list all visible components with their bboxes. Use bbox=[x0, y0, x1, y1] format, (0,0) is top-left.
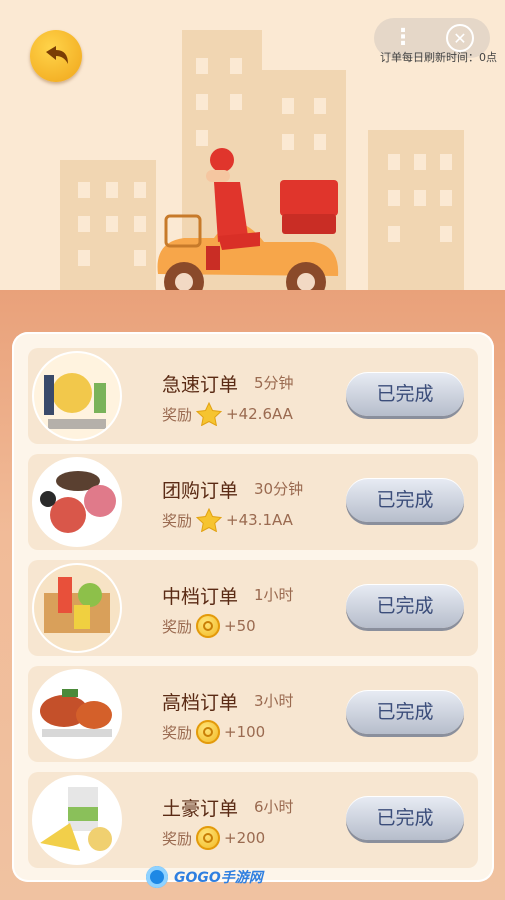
completed-button[interactable]: 已完成 bbox=[346, 584, 464, 628]
reward-label: 奖励 bbox=[162, 723, 193, 742]
order-thumbnail bbox=[34, 353, 120, 439]
coin-icon bbox=[196, 720, 221, 744]
order-reward: 奖励 +100 bbox=[162, 720, 265, 744]
order-reward: 奖励 +42.6AA bbox=[162, 402, 293, 426]
reward-label: 奖励 bbox=[162, 405, 193, 424]
order-duration: 3小时 bbox=[254, 692, 294, 710]
back-arrow-icon bbox=[46, 46, 68, 64]
order-reward: 奖励 +200 bbox=[162, 826, 265, 850]
order-title: 中档订单 bbox=[162, 586, 239, 608]
order-duration: 5分钟 bbox=[254, 374, 294, 392]
order-title: 土豪订单 bbox=[162, 798, 239, 820]
order-reward: 奖励 +50 bbox=[162, 614, 256, 638]
order-title: 团购订单 bbox=[162, 480, 239, 502]
reward-amount: +42.6AA bbox=[226, 405, 293, 423]
reward-amount: +50 bbox=[224, 617, 256, 635]
reward-amount: +43.1AA bbox=[226, 511, 293, 529]
star-icon bbox=[196, 402, 223, 426]
order-duration: 30分钟 bbox=[254, 480, 304, 498]
order-card: 土豪订单 6小时 奖励 +200 已完成 bbox=[28, 772, 478, 868]
reward-amount: +200 bbox=[224, 829, 266, 847]
back-button[interactable] bbox=[30, 30, 82, 82]
completed-button[interactable]: 已完成 bbox=[346, 478, 464, 522]
order-title: 高档订单 bbox=[162, 692, 239, 714]
close-button[interactable]: ✕ bbox=[446, 24, 474, 52]
coin-icon bbox=[196, 614, 221, 638]
star-icon bbox=[196, 508, 223, 532]
order-thumbnail bbox=[34, 671, 120, 757]
order-thumbnail bbox=[34, 777, 120, 863]
building bbox=[368, 130, 464, 300]
reward-amount: +100 bbox=[224, 723, 266, 741]
order-card: 中档订单 1小时 奖励 +50 已完成 bbox=[28, 560, 478, 656]
reward-label: 奖励 bbox=[162, 511, 193, 530]
refresh-time-notice: 订单每日刷新时间：0点 bbox=[380, 51, 497, 64]
order-reward: 奖励 +43.1AA bbox=[162, 508, 293, 532]
logo-icon bbox=[146, 866, 168, 888]
watermark-text: GOGO手游网 bbox=[174, 870, 263, 886]
reward-label: 奖励 bbox=[162, 829, 193, 848]
order-card: 高档订单 3小时 奖励 +100 已完成 bbox=[28, 666, 478, 762]
coin-icon bbox=[196, 826, 221, 850]
order-list-panel: 急速订单 5分钟 奖励 +42.6AA 已完成 团购订单 30分钟 奖励 +43… bbox=[12, 332, 494, 882]
completed-button[interactable]: 已完成 bbox=[346, 372, 464, 416]
completed-button[interactable]: 已完成 bbox=[346, 690, 464, 734]
delivery-scooter-illustration bbox=[157, 148, 339, 300]
order-card: 团购订单 30分钟 奖励 +43.1AA 已完成 bbox=[28, 454, 478, 550]
watermark-logo: GOGO手游网 bbox=[146, 866, 263, 888]
completed-button[interactable]: 已完成 bbox=[346, 796, 464, 840]
order-duration: 6小时 bbox=[254, 798, 294, 816]
building bbox=[60, 160, 156, 300]
order-thumbnail bbox=[34, 459, 120, 545]
order-duration: 1小时 bbox=[254, 586, 294, 604]
order-card: 急速订单 5分钟 奖励 +42.6AA 已完成 bbox=[28, 348, 478, 444]
reward-label: 奖励 bbox=[162, 617, 193, 636]
order-thumbnail bbox=[34, 565, 120, 651]
order-title: 急速订单 bbox=[162, 374, 239, 396]
